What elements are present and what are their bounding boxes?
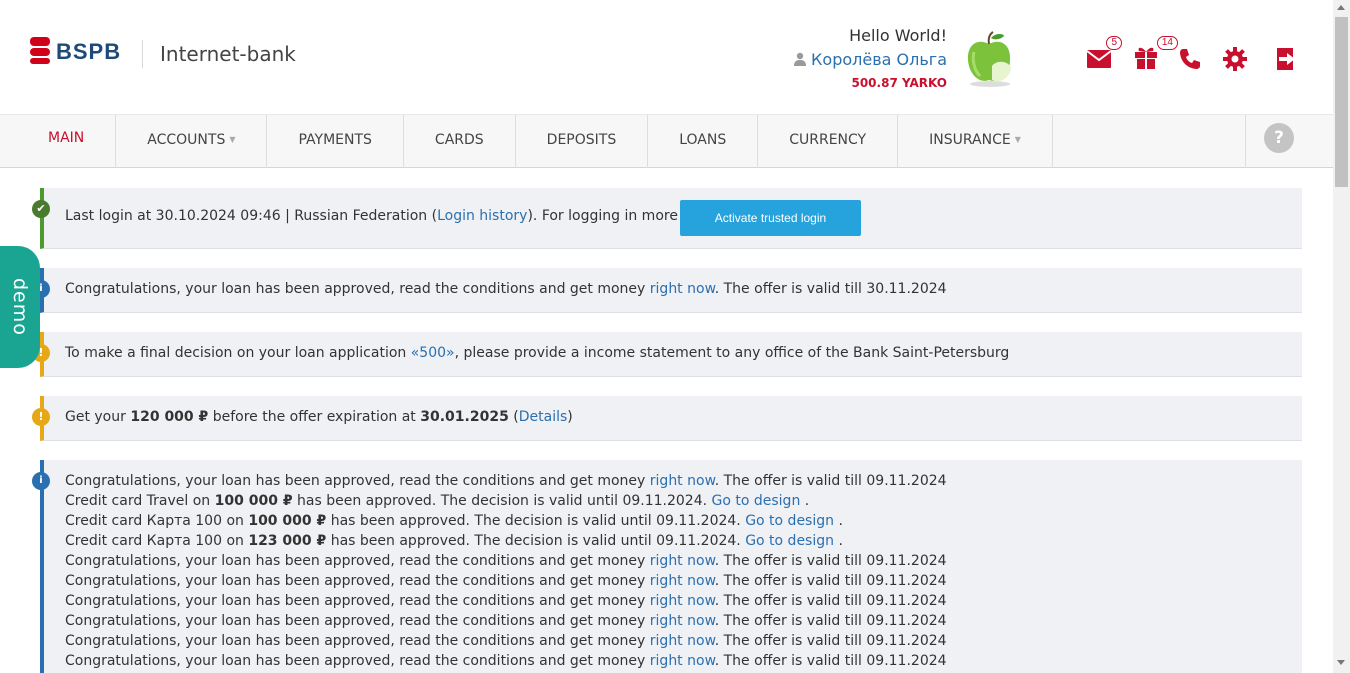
- right-now-link[interactable]: right now: [650, 633, 715, 649]
- envelope-icon: [1086, 50, 1112, 68]
- nav-item-label: CARDS: [434, 132, 484, 148]
- nav-item-label: PAYMENTS: [298, 132, 372, 148]
- scroll-thumb[interactable]: [1335, 17, 1348, 187]
- income-statement-notice: ! To make a final decision on your loan …: [32, 332, 1302, 377]
- go-to-design-link[interactable]: Go to design: [745, 533, 834, 549]
- messages-button[interactable]: 5: [1086, 36, 1122, 74]
- details-link[interactable]: Details: [519, 409, 568, 425]
- logo-divider: [142, 40, 143, 68]
- right-now-link[interactable]: right now: [650, 653, 715, 669]
- offer-line: Congratulations, your loan has been appr…: [65, 653, 947, 669]
- call-button[interactable]: [1178, 44, 1208, 74]
- nav-item-label: ACCOUNTS: [147, 132, 226, 148]
- nav-item-insurance[interactable]: INSURANCE ▼: [898, 115, 1053, 168]
- nav-divider: [1245, 115, 1246, 168]
- notice-text: Get your 120 000 ₽ before the offer expi…: [65, 409, 573, 425]
- scroll-up-arrow-icon[interactable]: [1337, 5, 1345, 10]
- gifts-button[interactable]: 14: [1134, 36, 1178, 74]
- offer-line: Credit card Карта 100 on 100 000 ₽ has b…: [65, 513, 843, 529]
- right-now-link[interactable]: right now: [650, 613, 715, 629]
- offers-list: Congratulations, your loan has been appr…: [65, 471, 947, 671]
- notice-text: To make a final decision on your loan ap…: [65, 345, 1010, 361]
- right-now-link[interactable]: right now: [650, 593, 715, 609]
- go-to-design-link[interactable]: Go to design: [745, 513, 834, 529]
- page-scrollbar[interactable]: [1333, 0, 1350, 673]
- right-now-link[interactable]: right now: [650, 281, 715, 297]
- right-now-link[interactable]: right now: [650, 473, 715, 489]
- settings-button[interactable]: [1222, 44, 1252, 74]
- logo-mark-icon: [30, 37, 50, 67]
- nav-item-payments[interactable]: PAYMENTS: [267, 115, 404, 168]
- nav-item-deposits[interactable]: DEPOSITS: [516, 115, 649, 168]
- bonus-balance[interactable]: 500.87 YARKO: [793, 76, 947, 90]
- phone-icon: [1180, 49, 1200, 69]
- offer-line: Congratulations, your loan has been appr…: [65, 613, 947, 629]
- offer-line: Congratulations, your loan has been appr…: [65, 473, 947, 489]
- loan-approved-notice: i Congratulations, your loan has been ap…: [32, 268, 1302, 313]
- login-history-link[interactable]: Login history: [437, 208, 527, 224]
- user-name-link[interactable]: Королёва Ольга: [793, 48, 947, 72]
- user-name: Королёва Ольга: [811, 50, 947, 69]
- scroll-down-arrow-icon[interactable]: [1337, 660, 1345, 665]
- logo-text: BSPB: [56, 39, 122, 64]
- logout-icon: [1277, 48, 1295, 70]
- offer-line: Congratulations, your loan has been appr…: [65, 573, 947, 589]
- nav-item-label: CURRENCY: [789, 132, 867, 148]
- main-nav: MAIN ACCOUNTS ▼ PAYMENTS CARDS DEPOSITS L…: [0, 114, 1333, 168]
- gift-icon: [1135, 47, 1157, 69]
- notice-text: Last login at 30.10.2024 09:46 | Russian…: [65, 208, 733, 224]
- gifts-badge: 14: [1156, 36, 1178, 50]
- nav-item-label: LOANS: [679, 132, 727, 148]
- user-block: Hello World! Королёва Ольга 500.87 YARKO: [793, 26, 947, 90]
- caret-down-icon: ▼: [1014, 135, 1021, 144]
- right-now-link[interactable]: right now: [650, 553, 715, 569]
- nav-item-main[interactable]: MAIN: [0, 115, 117, 168]
- nav-item-currency[interactable]: CURRENCY: [758, 115, 899, 168]
- warning-icon: !: [32, 408, 50, 426]
- offer-expiration-notice: ! Get your 120 000 ₽ before the offer ex…: [32, 396, 1302, 441]
- nav-item-label: INSURANCE: [929, 132, 1011, 148]
- logo-subtitle: Internet-bank: [160, 42, 296, 66]
- last-login-notice: ✔ Last login at 30.10.2024 09:46 | Russi…: [32, 188, 1302, 249]
- offer-line: Congratulations, your loan has been appr…: [65, 593, 947, 609]
- logout-button[interactable]: [1274, 44, 1304, 74]
- notice-text: Congratulations, your loan has been appr…: [65, 281, 947, 297]
- info-icon: i: [32, 472, 50, 490]
- demo-tab[interactable]: demo: [0, 246, 40, 368]
- loan-application-link[interactable]: «500»: [411, 345, 455, 361]
- bank-logo[interactable]: BSPB: [30, 36, 121, 68]
- person-icon: [794, 52, 807, 66]
- right-now-link[interactable]: right now: [650, 573, 715, 589]
- go-to-design-link[interactable]: Go to design: [712, 493, 801, 509]
- offer-line: Credit card Карта 100 on 123 000 ₽ has b…: [65, 533, 843, 549]
- greeting: Hello World!: [849, 26, 947, 45]
- nav-item-loans[interactable]: LOANS: [648, 115, 759, 168]
- demo-tab-label: demo: [9, 278, 31, 336]
- nav-item-cards[interactable]: CARDS: [404, 115, 516, 168]
- activate-trusted-login-button[interactable]: Activate trusted login: [680, 200, 861, 236]
- offers-list-notice: i Congratulations, your loan has been ap…: [32, 460, 1302, 673]
- header: BSPB Internet-bank Hello World! Королёва…: [0, 0, 1333, 114]
- offer-line: Credit card Travel on 100 000 ₽ has been…: [65, 493, 810, 509]
- nav-item-label: DEPOSITS: [546, 132, 617, 148]
- check-icon: ✔: [32, 200, 50, 218]
- nav-item-accounts[interactable]: ACCOUNTS ▼: [116, 115, 268, 168]
- offer-line: Congratulations, your loan has been appr…: [65, 633, 947, 649]
- nav-item-label: MAIN: [48, 130, 85, 146]
- offer-line: Congratulations, your loan has been appr…: [65, 553, 947, 569]
- help-button[interactable]: ?: [1264, 123, 1294, 153]
- apple-avatar-icon[interactable]: [964, 30, 1014, 88]
- caret-down-icon: ▼: [229, 135, 236, 144]
- gear-icon: [1223, 47, 1247, 71]
- messages-badge: 5: [1106, 36, 1122, 50]
